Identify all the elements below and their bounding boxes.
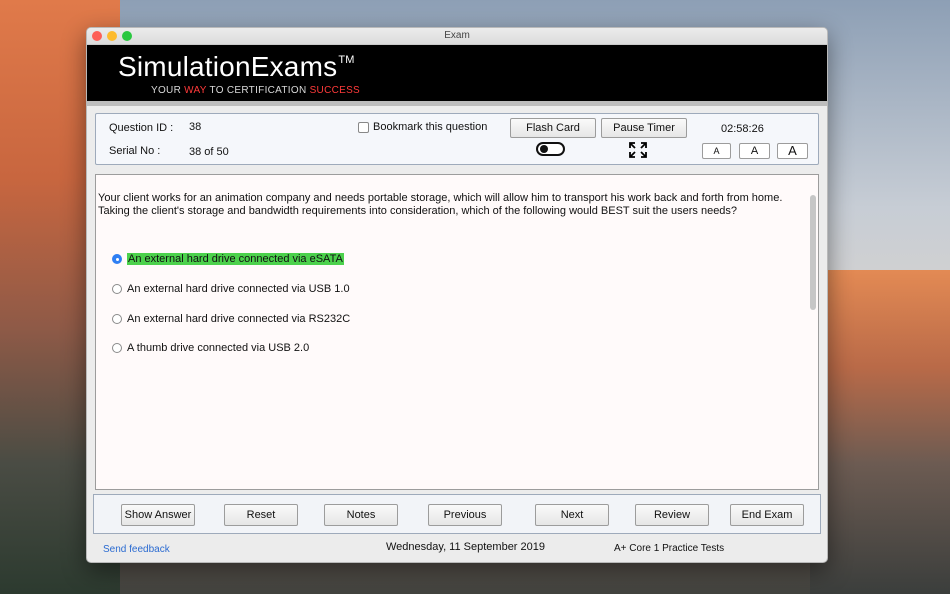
option-label[interactable]: An external hard drive connected via RS2… (127, 313, 350, 325)
answer-option[interactable]: An external hard drive connected via RS2… (112, 313, 350, 325)
brand-logo: SimulationExamsTM (118, 51, 355, 83)
option-label[interactable]: A thumb drive connected via USB 2.0 (127, 342, 309, 354)
send-feedback-link[interactable]: Send feedback (103, 544, 170, 555)
tagline-way: WAY (184, 85, 207, 96)
review-button[interactable]: Review (635, 504, 709, 526)
option-radio[interactable] (112, 254, 122, 264)
answer-option[interactable]: An external hard drive connected via eSA… (112, 253, 344, 265)
reset-button[interactable]: Reset (224, 504, 298, 526)
question-info-panel: Question ID : 38 Serial No : 38 of 50 Bo… (95, 113, 819, 165)
window-title: Exam (444, 30, 470, 41)
tagline-success: SUCCESS (309, 85, 361, 96)
serial-label: Serial No : (109, 145, 161, 157)
notes-button[interactable]: Notes (324, 504, 398, 526)
tagline-part2: TO CERTIFICATION (206, 85, 310, 96)
font-size-large-button[interactable]: A (777, 143, 808, 159)
option-radio[interactable] (112, 343, 122, 353)
previous-button[interactable]: Previous (428, 504, 502, 526)
bookmark-control[interactable]: Bookmark this question (358, 121, 487, 133)
bookmark-label: Bookmark this question (373, 121, 488, 133)
font-size-small-button[interactable]: A (702, 143, 731, 159)
desktop-wallpaper-right (810, 270, 950, 594)
bookmark-checkbox[interactable] (358, 121, 369, 133)
current-date: Wednesday, 11 September 2019 (386, 541, 545, 553)
question-scrollbar[interactable] (810, 195, 816, 310)
question-id-value: 38 (189, 121, 202, 133)
brand-banner: SimulationExamsTM YOUR WAY TO CERTIFICAT… (87, 45, 827, 101)
flash-card-button[interactable]: Flash Card (510, 118, 596, 138)
option-radio[interactable] (112, 284, 122, 294)
question-text: Your client works for an animation compa… (98, 192, 783, 217)
font-size-medium-button[interactable]: A (739, 143, 770, 159)
expand-arrows-icon[interactable] (629, 142, 647, 158)
show-answer-button[interactable]: Show Answer (121, 504, 195, 526)
tagline-part1: YOUR (151, 85, 185, 96)
brand-tagline: YOUR WAY TO CERTIFICATION SUCCESS (151, 85, 360, 96)
navigation-panel: Show Answer Reset Notes Previous Next Re… (93, 494, 821, 534)
option-label[interactable]: An external hard drive connected via eSA… (127, 253, 344, 265)
option-radio[interactable] (112, 314, 122, 324)
pause-timer-button[interactable]: Pause Timer (601, 118, 687, 138)
product-name: A+ Core 1 Practice Tests (614, 543, 725, 554)
banner-divider (87, 101, 827, 106)
toggle-knob (540, 145, 548, 153)
answer-option[interactable]: A thumb drive connected via USB 2.0 (112, 342, 309, 354)
answer-option[interactable]: An external hard drive connected via USB… (112, 283, 350, 295)
next-button[interactable]: Next (535, 504, 609, 526)
mode-toggle[interactable] (536, 142, 565, 156)
timer-display: 02:58:26 (721, 123, 764, 135)
question-id-label: Question ID : (109, 122, 174, 134)
title-bar[interactable]: Exam (87, 28, 827, 45)
option-label[interactable]: An external hard drive connected via USB… (127, 283, 350, 295)
exam-window: Exam SimulationExamsTM YOUR WAY TO CERTI… (86, 27, 828, 563)
question-panel: Your client works for an animation compa… (95, 174, 819, 490)
brand-name: SimulationExams (118, 51, 338, 82)
trademark-mark: TM (338, 54, 355, 66)
end-exam-button[interactable]: End Exam (730, 504, 804, 526)
serial-value: 38 of 50 (189, 146, 229, 158)
